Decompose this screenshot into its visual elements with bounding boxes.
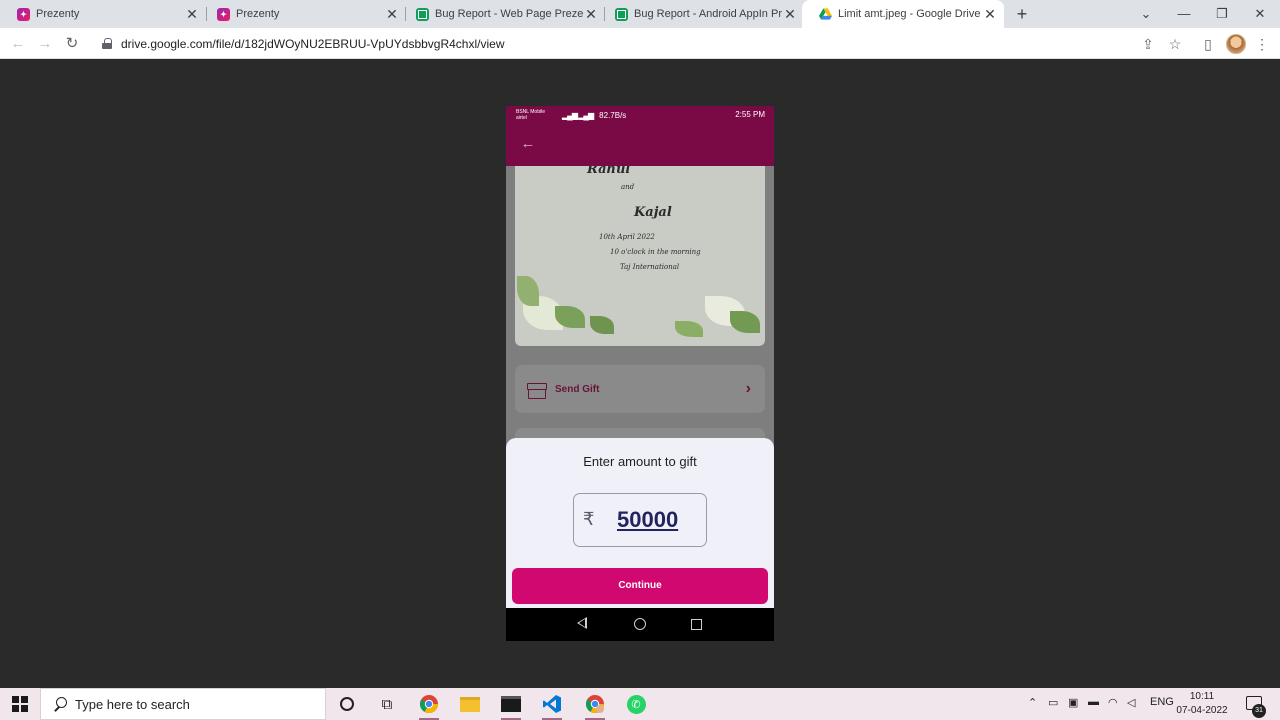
forward-arrow-icon[interactable]: → bbox=[35, 34, 55, 54]
side-panel-icon[interactable]: ▯ bbox=[1198, 34, 1218, 54]
tab-prezenty-1[interactable]: ✦ Prezenty ✕ bbox=[0, 0, 206, 28]
show-hidden-icons[interactable]: ⌃ bbox=[1028, 696, 1037, 709]
bookmark-star-icon[interactable]: ☆ bbox=[1165, 34, 1185, 54]
invitation-name-2: Kajal bbox=[634, 205, 672, 220]
leaf-decoration bbox=[590, 316, 614, 334]
phone-status-bar: BSNL Mobile airtel ▂▄▆ ▂▄▆ 82.7B/s 2:55 … bbox=[506, 106, 774, 124]
tab-prezenty-2[interactable]: ✦ Prezenty ✕ bbox=[200, 0, 406, 28]
close-icon[interactable]: ✕ bbox=[982, 6, 998, 22]
clock-date: 07-04-2022 bbox=[1176, 705, 1228, 716]
browser-toolbar: ← → ↻ drive.google.com/file/d/182jdWOyNU… bbox=[0, 28, 1280, 59]
phone-screenshot: BSNL Mobile airtel ▂▄▆ ▂▄▆ 82.7B/s 2:55 … bbox=[506, 106, 774, 641]
menu-kebab-icon[interactable]: ⋮ bbox=[1252, 34, 1272, 54]
meet-now-icon[interactable]: ▭ bbox=[1048, 696, 1058, 709]
cortana-icon[interactable] bbox=[335, 692, 359, 716]
rupee-icon: ₹ bbox=[583, 509, 595, 529]
gift-icon bbox=[527, 380, 547, 399]
phone-time: 2:55 PM bbox=[735, 110, 765, 119]
close-icon[interactable]: ✕ bbox=[583, 6, 599, 22]
nav-back-icon[interactable] bbox=[577, 617, 587, 629]
invitation-date: 10th April 2022 bbox=[599, 233, 655, 241]
search-placeholder: Type here to search bbox=[75, 696, 190, 712]
back-arrow-icon[interactable]: ← bbox=[8, 34, 28, 54]
close-icon[interactable]: ✕ bbox=[782, 6, 798, 22]
leaf-decoration bbox=[675, 321, 703, 337]
leaf-decoration bbox=[517, 276, 539, 306]
tab-title: Bug Report - Android AppIn Prezenty bbox=[634, 8, 782, 20]
tab-title: Prezenty bbox=[36, 8, 80, 20]
minimize-icon[interactable]: — bbox=[1172, 4, 1196, 24]
task-view-icon[interactable]: ⧉ bbox=[375, 692, 399, 716]
terminal-icon[interactable] bbox=[499, 692, 523, 720]
android-nav-bar bbox=[506, 608, 774, 641]
url-text: drive.google.com/file/d/182jdWOyNU2EBRUU… bbox=[121, 36, 505, 51]
chevron-right-icon: › bbox=[745, 380, 751, 397]
windows-start-icon[interactable] bbox=[12, 696, 28, 712]
notification-badge: 31 bbox=[1252, 704, 1266, 718]
tab-bug-report-web[interactable]: Bug Report - Web Page Prezenty ✕ bbox=[399, 0, 605, 28]
display-icon[interactable]: ▣ bbox=[1068, 696, 1078, 709]
invitation-time: 10 o'clock in the morning bbox=[610, 248, 701, 256]
search-icon bbox=[53, 697, 67, 711]
nav-recents-icon[interactable] bbox=[691, 619, 702, 630]
clock-time: 10:11 bbox=[1189, 691, 1215, 702]
taskbar-clock[interactable]: 10:11 07-04-2022 bbox=[1176, 690, 1228, 718]
send-gift-label: Send Gift bbox=[555, 383, 600, 395]
new-tab-button[interactable]: + bbox=[1013, 4, 1031, 24]
sheets-icon bbox=[615, 7, 628, 21]
profile-avatar[interactable] bbox=[1226, 34, 1246, 54]
amount-value: 50000 bbox=[617, 507, 679, 532]
signal-icon: ▂▄▆ ▂▄▆ bbox=[562, 110, 594, 120]
close-icon[interactable]: ✕ bbox=[384, 6, 400, 22]
tab-title: Prezenty bbox=[236, 8, 280, 20]
lock-icon[interactable] bbox=[102, 38, 112, 49]
share-icon[interactable]: ⇪ bbox=[1138, 34, 1158, 54]
tab-title: Limit amt.jpeg - Google Drive bbox=[838, 8, 981, 20]
vscode-icon[interactable] bbox=[540, 692, 564, 720]
prezenty-icon: ✦ bbox=[217, 7, 230, 21]
continue-button[interactable]: Continue bbox=[512, 568, 768, 604]
nav-home-icon[interactable] bbox=[634, 618, 646, 630]
whatsapp-icon[interactable]: ✆ bbox=[624, 692, 648, 716]
invitation-venue: Taj International bbox=[620, 263, 680, 271]
leaf-decoration bbox=[730, 311, 760, 333]
reload-icon[interactable]: ↻ bbox=[62, 34, 82, 54]
chrome-icon[interactable] bbox=[417, 692, 441, 720]
gift-amount-sheet: Enter amount to gift ₹ 50000 Continue bbox=[506, 438, 774, 608]
invitation-and: and bbox=[621, 183, 635, 191]
prezenty-icon: ✦ bbox=[17, 7, 30, 21]
send-gift-button[interactable]: Send Gift › bbox=[515, 365, 765, 413]
drive-icon bbox=[819, 8, 832, 21]
file-explorer-icon[interactable] bbox=[458, 692, 482, 716]
carrier-label: BSNL Mobile airtel bbox=[516, 109, 545, 121]
tab-strip: ✦ Prezenty ✕ ✦ Prezenty ✕ Bug Report - W… bbox=[0, 0, 1280, 28]
invitation-name-1: Rahul bbox=[587, 166, 631, 177]
sheets-icon bbox=[416, 7, 429, 21]
tab-title: Bug Report - Web Page Prezenty bbox=[435, 8, 583, 20]
volume-icon[interactable]: ◁ bbox=[1127, 696, 1135, 709]
app-bar: ← bbox=[506, 124, 774, 166]
window-close-icon[interactable]: ✕ bbox=[1248, 4, 1272, 24]
sheet-title: Enter amount to gift bbox=[583, 454, 697, 469]
language-indicator[interactable]: ENG bbox=[1150, 696, 1174, 708]
close-icon[interactable]: ✕ bbox=[184, 6, 200, 22]
invitation-card: Rahul and Kajal 10th April 2022 10 o'clo… bbox=[515, 166, 765, 346]
wifi-speed: 82.7B/s bbox=[599, 110, 627, 120]
tab-bug-report-android[interactable]: Bug Report - Android AppIn Prezenty ✕ bbox=[598, 0, 804, 28]
address-bar[interactable]: drive.google.com/file/d/182jdWOyNU2EBRUU… bbox=[92, 31, 1202, 56]
battery-icon[interactable]: ▬ bbox=[1088, 696, 1099, 708]
tab-search-icon[interactable]: ⌄ bbox=[1134, 4, 1158, 24]
chrome-profile-icon[interactable] bbox=[583, 692, 607, 720]
taskbar-search-box[interactable]: Type here to search bbox=[40, 688, 326, 720]
windows-taskbar: Type here to search ⧉ ✆ ⌃ ▭ ▣ ▬ ◠ ◁ ENG … bbox=[0, 688, 1280, 720]
restore-icon[interactable]: ❐ bbox=[1210, 4, 1234, 24]
tab-google-drive[interactable]: Limit amt.jpeg - Google Drive ✕ bbox=[802, 0, 1004, 28]
amount-input[interactable]: ₹ 50000 bbox=[573, 493, 707, 547]
wifi-icon[interactable]: ◠ bbox=[1108, 696, 1118, 709]
back-arrow-icon[interactable]: ← bbox=[518, 134, 538, 154]
